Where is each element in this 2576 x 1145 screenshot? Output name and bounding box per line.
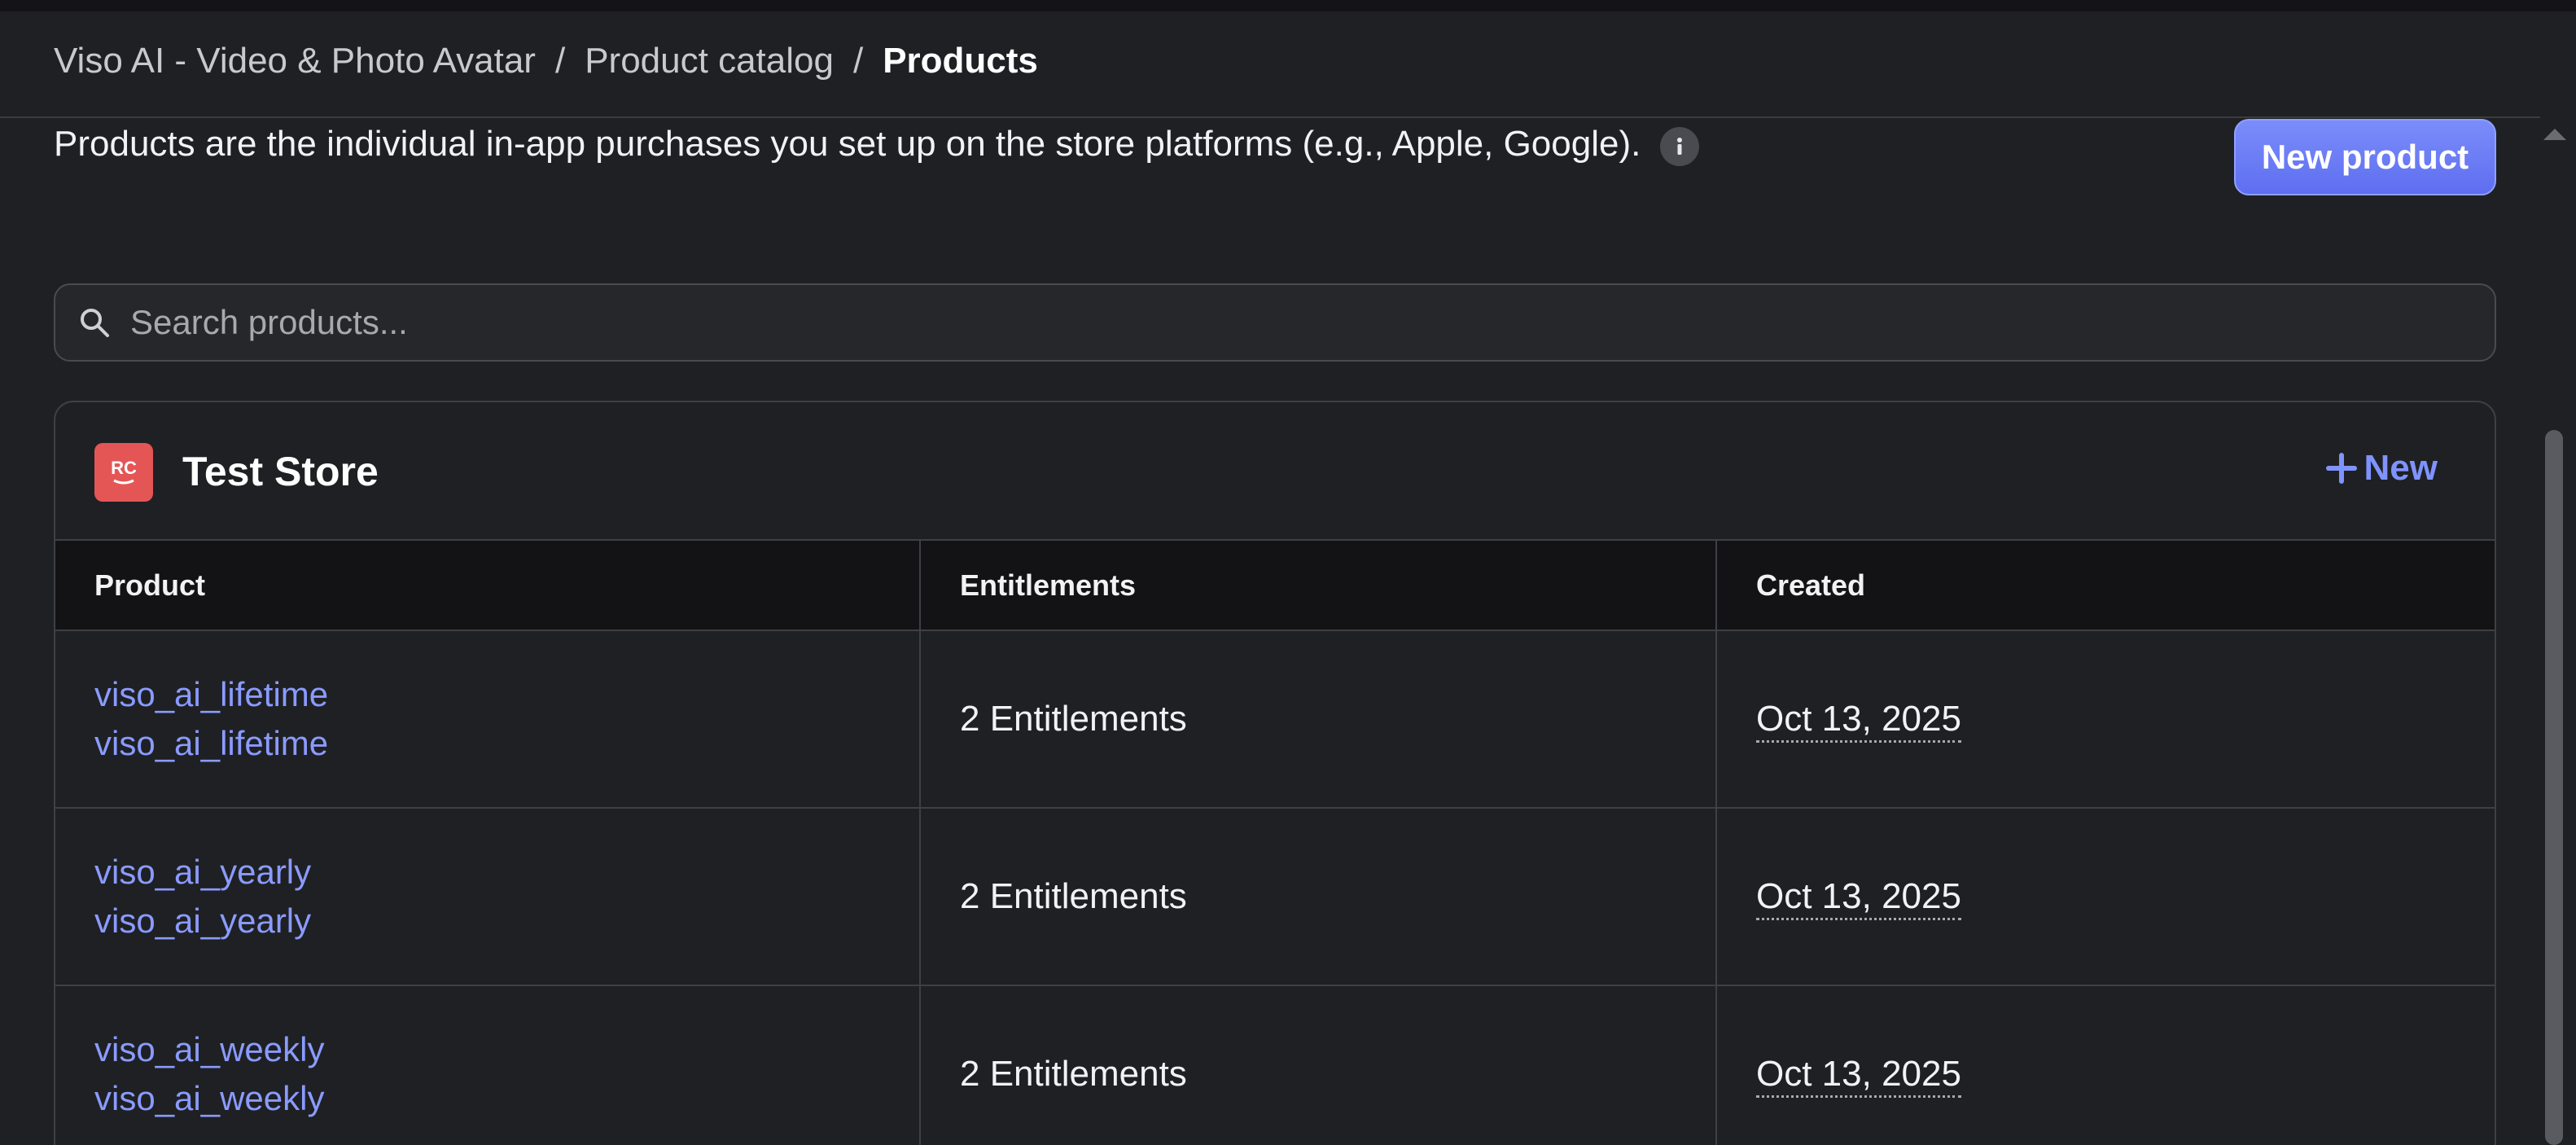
created-date: Oct 13, 2025 — [1756, 876, 1961, 920]
scroll-up-arrow-icon[interactable] — [2543, 129, 2566, 140]
breadcrumb-separator: / — [852, 41, 864, 81]
entitlements-cell: 2 Entitlements — [920, 630, 1717, 809]
store-logo-text: RC — [111, 458, 137, 478]
product-cell: viso_ai_lifetime viso_ai_lifetime — [55, 630, 921, 809]
plus-icon — [2325, 452, 2358, 485]
search-input[interactable] — [129, 285, 2495, 360]
table-row[interactable]: viso_ai_yearly viso_ai_yearly 2 Entitlem… — [55, 808, 2495, 986]
created-date: Oct 13, 2025 — [1756, 699, 1961, 743]
page-description: Products are the individual in-app purch… — [54, 122, 1700, 166]
new-link-label: New — [2364, 448, 2438, 488]
created-cell: Oct 13, 2025 — [1716, 985, 2495, 1145]
products-table: Product Entitlements Created viso_ai_lif… — [55, 541, 2495, 1145]
entitlements-cell: 2 Entitlements — [920, 985, 1717, 1145]
created-cell: Oct 13, 2025 — [1716, 630, 2495, 809]
product-identifier-link[interactable]: viso_ai_weekly — [94, 1025, 918, 1074]
new-product-button[interactable]: New product — [2234, 119, 2496, 195]
entitlements-cell: 2 Entitlements — [920, 808, 1717, 986]
window-edge — [0, 0, 2576, 11]
new-product-link[interactable]: New — [2325, 448, 2438, 489]
breadcrumb-separator: / — [554, 41, 566, 81]
breadcrumb-current: Products — [883, 41, 1038, 81]
product-cell: viso_ai_weekly viso_ai_weekly — [55, 985, 921, 1145]
product-identifier-link[interactable]: viso_ai_yearly — [94, 848, 918, 897]
store-card: RC Test Store New Product Entitlements C… — [54, 401, 2496, 1145]
breadcrumb-product-catalog[interactable]: Product catalog — [585, 41, 834, 81]
table-header-row: Product Entitlements Created — [55, 541, 2495, 631]
column-header-created: Created — [1716, 541, 2495, 631]
scrollbar-thumb[interactable] — [2545, 430, 2563, 1145]
breadcrumb: Viso AI - Video & Photo Avatar / Product… — [54, 41, 1038, 81]
product-store-id-link[interactable]: viso_ai_weekly — [94, 1074, 918, 1123]
search-icon — [77, 305, 112, 340]
product-cell: viso_ai_yearly viso_ai_yearly — [55, 808, 921, 986]
product-store-id-link[interactable]: viso_ai_lifetime — [94, 719, 918, 768]
info-icon[interactable] — [1660, 127, 1700, 166]
store-logo: RC — [94, 443, 153, 502]
description-text: Products are the individual in-app purch… — [54, 124, 1641, 164]
product-store-id-link[interactable]: viso_ai_yearly — [94, 897, 918, 945]
product-identifier-link[interactable]: viso_ai_lifetime — [94, 670, 918, 719]
table-row[interactable]: viso_ai_weekly viso_ai_weekly 2 Entitlem… — [55, 985, 2495, 1145]
created-date: Oct 13, 2025 — [1756, 1054, 1961, 1098]
created-cell: Oct 13, 2025 — [1716, 808, 2495, 986]
column-header-product: Product — [55, 541, 921, 631]
search-bar — [54, 283, 2496, 362]
breadcrumb-app[interactable]: Viso AI - Video & Photo Avatar — [54, 41, 536, 81]
header-bar: Viso AI - Video & Photo Avatar / Product… — [0, 0, 2576, 118]
table-row[interactable]: viso_ai_lifetime viso_ai_lifetime 2 Enti… — [55, 630, 2495, 809]
column-header-entitlements: Entitlements — [920, 541, 1717, 631]
store-name: Test Store — [182, 449, 379, 494]
products-page: Viso AI - Video & Photo Avatar / Product… — [0, 0, 2576, 1145]
store-card-header: RC Test Store New — [55, 402, 2495, 541]
